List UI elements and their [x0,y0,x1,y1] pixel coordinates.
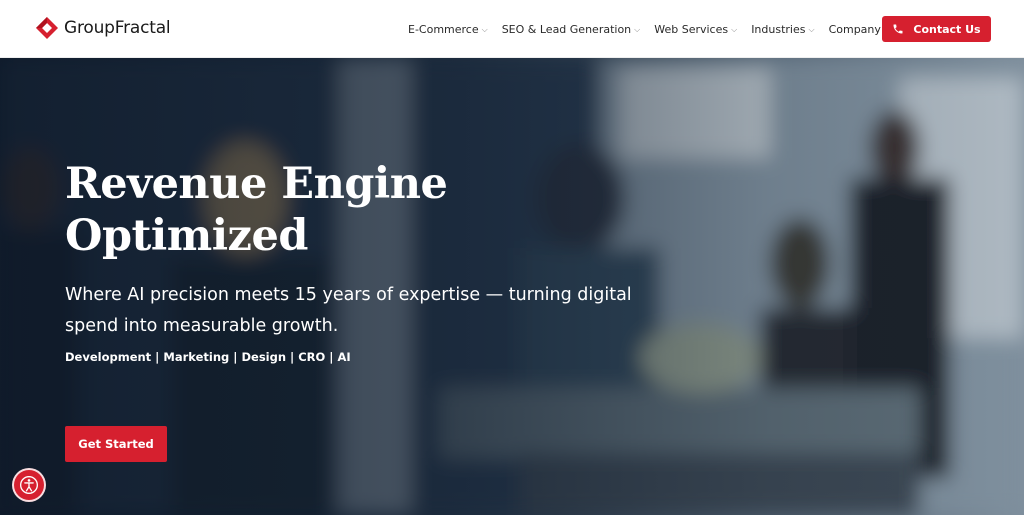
nav-item-label: Industries [751,22,806,36]
accessibility-widget-button[interactable] [12,468,46,502]
hero-content: Revenue Engine Optimized Where AI precis… [65,158,665,364]
get-started-button[interactable]: Get Started [65,426,167,462]
chevron-down-icon: ⌵ [731,25,738,34]
hero-subtitle: Where AI precision meets 15 years of exp… [65,285,632,336]
phone-icon [893,24,903,34]
hero-section: Revenue Engine Optimized Where AI precis… [0,58,1024,515]
nav-item-label: SEO & Lead Generation [501,22,632,36]
contact-us-button[interactable]: Contact Us [882,16,991,42]
nav-item-web-services[interactable]: Web Services ⌵ [654,23,737,36]
brand-name: GroupFractal [64,18,171,38]
nav-item-seo-lead-generation[interactable]: SEO & Lead Generation ⌵ [502,23,641,36]
nav-item-label: Company [828,22,881,36]
hero-title: Revenue Engine Optimized [65,158,665,262]
chevron-down-icon: ⌵ [634,25,641,34]
chevron-down-icon: ⌵ [808,25,815,34]
nav-item-label: Web Services [654,22,729,36]
accessibility-icon [20,476,38,494]
main-nav: E-Commerce ⌵ SEO & Lead Generation ⌵ Web… [408,0,904,58]
logo[interactable]: GroupFractal [36,17,171,39]
chevron-down-icon: ⌵ [481,25,488,34]
nav-item-e-commerce[interactable]: E-Commerce ⌵ [408,23,488,36]
contact-us-label: Contact Us [913,22,981,36]
hero-title-line1: Revenue Engine [65,159,448,209]
site-header: GroupFractal E-Commerce ⌵ SEO & Lead Gen… [0,0,1024,58]
nav-item-industries[interactable]: Industries ⌵ [751,23,814,36]
logo-mark-icon [36,17,58,39]
nav-item-company[interactable]: Company ⌵ [829,23,890,36]
hero-title-line2: Optimized [65,211,308,261]
nav-item-label: E-Commerce [408,22,479,36]
hero-service-tags: Development | Marketing | Design | CRO |… [65,350,351,364]
